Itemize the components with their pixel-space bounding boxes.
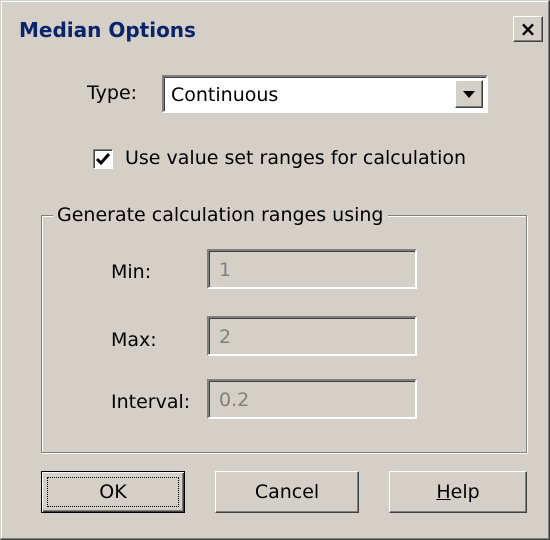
min-label: Min:	[111, 261, 152, 283]
median-options-dialog: Median Options × Type: Continuous Use va…	[0, 0, 550, 540]
help-label-rest: elp	[450, 481, 480, 503]
interval-value: 0.2	[219, 389, 250, 411]
type-dropdown-value: Continuous	[171, 84, 279, 106]
max-label: Max:	[111, 329, 157, 351]
interval-label: Interval:	[111, 391, 191, 413]
use-value-set-ranges-label[interactable]: Use value set ranges for calculation	[125, 147, 466, 169]
help-button-label: Help	[436, 481, 479, 503]
cancel-button-label: Cancel	[254, 481, 320, 503]
use-value-set-ranges-checkbox[interactable]	[93, 149, 113, 169]
window-title: Median Options	[19, 18, 196, 42]
dropdown-arrow-icon[interactable]	[455, 80, 483, 108]
close-button[interactable]: ×	[513, 16, 543, 42]
interval-field: 0.2	[207, 379, 417, 419]
group-legend: Generate calculation ranges using	[53, 204, 388, 226]
title-bar[interactable]: Median Options	[9, 9, 547, 51]
cancel-button[interactable]: Cancel	[215, 471, 359, 513]
close-icon: ×	[519, 17, 537, 41]
help-mnemonic: H	[436, 481, 451, 503]
min-field: 1	[207, 249, 417, 289]
type-dropdown[interactable]: Continuous	[162, 75, 488, 113]
focus-rectangle	[47, 477, 179, 507]
type-label: Type:	[87, 82, 138, 104]
checkmark-icon	[95, 153, 111, 166]
max-field: 2	[207, 316, 417, 356]
max-value: 2	[219, 326, 232, 348]
min-value: 1	[219, 259, 232, 281]
help-button[interactable]: Help	[389, 471, 527, 513]
ok-button[interactable]: OK	[41, 471, 185, 513]
